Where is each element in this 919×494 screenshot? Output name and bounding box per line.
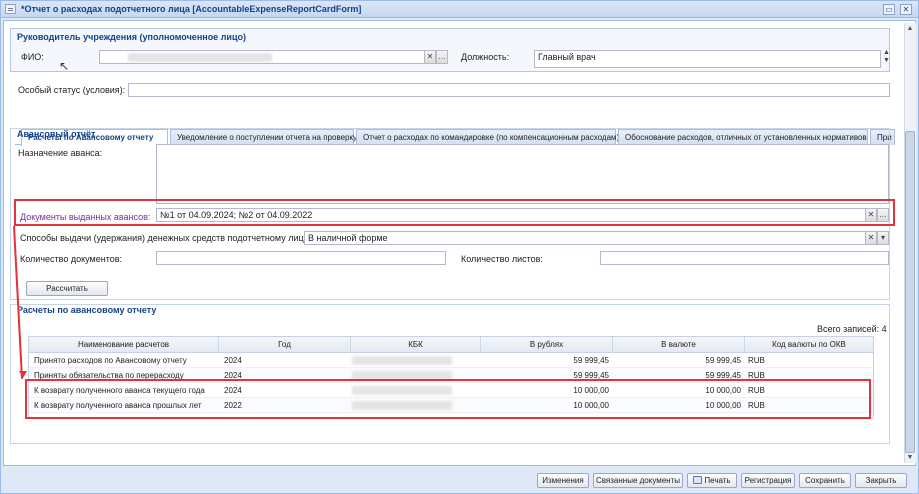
- fio-more-icon[interactable]: …: [436, 50, 448, 64]
- docs-clear-icon[interactable]: ✕: [865, 208, 877, 222]
- row-name: К возврату полученного аванса текущего г…: [34, 386, 205, 395]
- col-currency-code[interactable]: Код валюты по ОКВ: [745, 337, 873, 353]
- status-field[interactable]: [128, 83, 890, 97]
- print-label: Печать: [704, 476, 731, 485]
- row-currency: 10 000,00: [705, 401, 741, 410]
- method-clear-icon[interactable]: ✕: [865, 231, 877, 245]
- window-title: *Отчет о расходах подотчетного лица [Acc…: [21, 4, 362, 14]
- position-spinner-icon[interactable]: ▲ ▼: [883, 49, 890, 65]
- position-label: Должность:: [461, 52, 510, 62]
- position-field[interactable]: Главный врач: [534, 50, 881, 68]
- settlements-grid: Наименование расчетов Год КБК В рублях В…: [28, 336, 874, 418]
- mouse-cursor-icon: ↖: [59, 59, 70, 73]
- row-code: RUB: [748, 401, 765, 410]
- document-icon: [5, 4, 16, 14]
- col-currency[interactable]: В валюте: [613, 337, 745, 353]
- restore-icon[interactable]: ▭: [883, 4, 895, 15]
- save-button[interactable]: Сохранить: [799, 473, 851, 488]
- row-name: Приняты обязательства по перерасходу: [34, 371, 184, 380]
- row-currency: 10 000,00: [705, 386, 741, 395]
- row-currency: 59 999,45: [705, 356, 741, 365]
- status-label: Особый статус (условия):: [18, 85, 126, 95]
- row-year: 2024: [224, 386, 242, 395]
- advance-legend: Авансовый отчёт: [17, 129, 96, 139]
- row-year: 2024: [224, 356, 242, 365]
- docs-more-icon[interactable]: …: [877, 208, 889, 222]
- head-fieldset: Руководитель учреждения (уполномоченное …: [10, 28, 890, 72]
- grid-header: Наименование расчетов Год КБК В рублях В…: [29, 337, 873, 353]
- sheet-count-label: Количество листов:: [461, 254, 543, 264]
- head-legend: Руководитель учреждения (уполномоченное …: [17, 32, 246, 42]
- sheet-count-field[interactable]: [600, 251, 889, 265]
- row-kbk-redacted: [352, 386, 452, 395]
- col-rub[interactable]: В рублях: [481, 337, 613, 353]
- row-code: RUB: [748, 371, 765, 380]
- table-row[interactable]: К возврату полученного аванса текущего г…: [29, 383, 873, 398]
- print-button[interactable]: Печать: [687, 473, 737, 488]
- close-window-icon[interactable]: ✕: [900, 4, 912, 15]
- scroll-up-icon[interactable]: ▲: [905, 24, 915, 33]
- row-kbk-redacted: [352, 356, 452, 365]
- window-titlebar[interactable]: *Отчет о расходах подотчетного лица [Acc…: [1, 1, 918, 18]
- fio-field[interactable]: [99, 50, 425, 64]
- linked-documents-button[interactable]: Связанные документы: [593, 473, 683, 488]
- footer-toolbar: Изменения Связанные документы Печать Рег…: [3, 467, 916, 493]
- row-kbk-redacted: [352, 371, 452, 380]
- printer-icon: [693, 476, 703, 484]
- row-name: К возврату полученного аванса прошлых ле…: [34, 401, 202, 410]
- row-code: RUB: [748, 356, 765, 365]
- row-kbk-redacted: [352, 401, 452, 410]
- scroll-down-icon[interactable]: ▼: [905, 453, 915, 462]
- scroll-thumb[interactable]: [905, 131, 915, 453]
- table-row[interactable]: Приняты обязательства по перерасходу 202…: [29, 368, 873, 383]
- docs-label: Документы выданных авансов:: [20, 212, 151, 222]
- row-rub: 10 000,00: [573, 401, 609, 410]
- row-year: 2022: [224, 401, 242, 410]
- col-kbk[interactable]: КБК: [351, 337, 481, 353]
- connector-arrow-icon: [19, 371, 27, 378]
- doc-count-field[interactable]: [156, 251, 446, 265]
- settlements-legend: Расчеты по авансовому отчету: [17, 305, 157, 315]
- row-name: Принято расходов по Авансовому отчету: [34, 356, 187, 365]
- row-rub: 59 999,45: [573, 356, 609, 365]
- docs-field[interactable]: №1 от 04.09.2024; №2 от 04.09.2022: [156, 208, 866, 222]
- calculate-button[interactable]: Рассчитать: [26, 281, 108, 296]
- purpose-label: Назначение аванса:: [18, 148, 103, 158]
- doc-count-label: Количество документов:: [20, 254, 122, 264]
- total-records: Всего записей: 4: [817, 324, 887, 334]
- col-year[interactable]: Год: [219, 337, 351, 353]
- report-window: *Отчет о расходах подотчетного лица [Acc…: [0, 0, 919, 494]
- table-row[interactable]: К возврату полученного аванса прошлых ле…: [29, 398, 873, 413]
- fio-label: ФИО:: [21, 52, 44, 62]
- register-button[interactable]: Регистрация: [741, 473, 795, 488]
- row-rub: 59 999,45: [573, 371, 609, 380]
- purpose-textarea[interactable]: [156, 144, 889, 204]
- row-code: RUB: [748, 386, 765, 395]
- row-currency: 59 999,45: [705, 371, 741, 380]
- method-field[interactable]: В наличной форме: [304, 231, 866, 245]
- row-year: 2024: [224, 371, 242, 380]
- row-rub: 10 000,00: [573, 386, 609, 395]
- changes-button[interactable]: Изменения: [537, 473, 589, 488]
- close-button[interactable]: Закрыть: [855, 473, 907, 488]
- method-label: Способы выдачи (удержания) денежных сред…: [20, 233, 311, 243]
- fio-clear-icon[interactable]: ✕: [424, 50, 436, 64]
- col-name[interactable]: Наименование расчетов: [29, 337, 219, 353]
- method-dropdown-icon[interactable]: ▾: [877, 231, 889, 245]
- table-row[interactable]: Принято расходов по Авансовому отчету 20…: [29, 353, 873, 368]
